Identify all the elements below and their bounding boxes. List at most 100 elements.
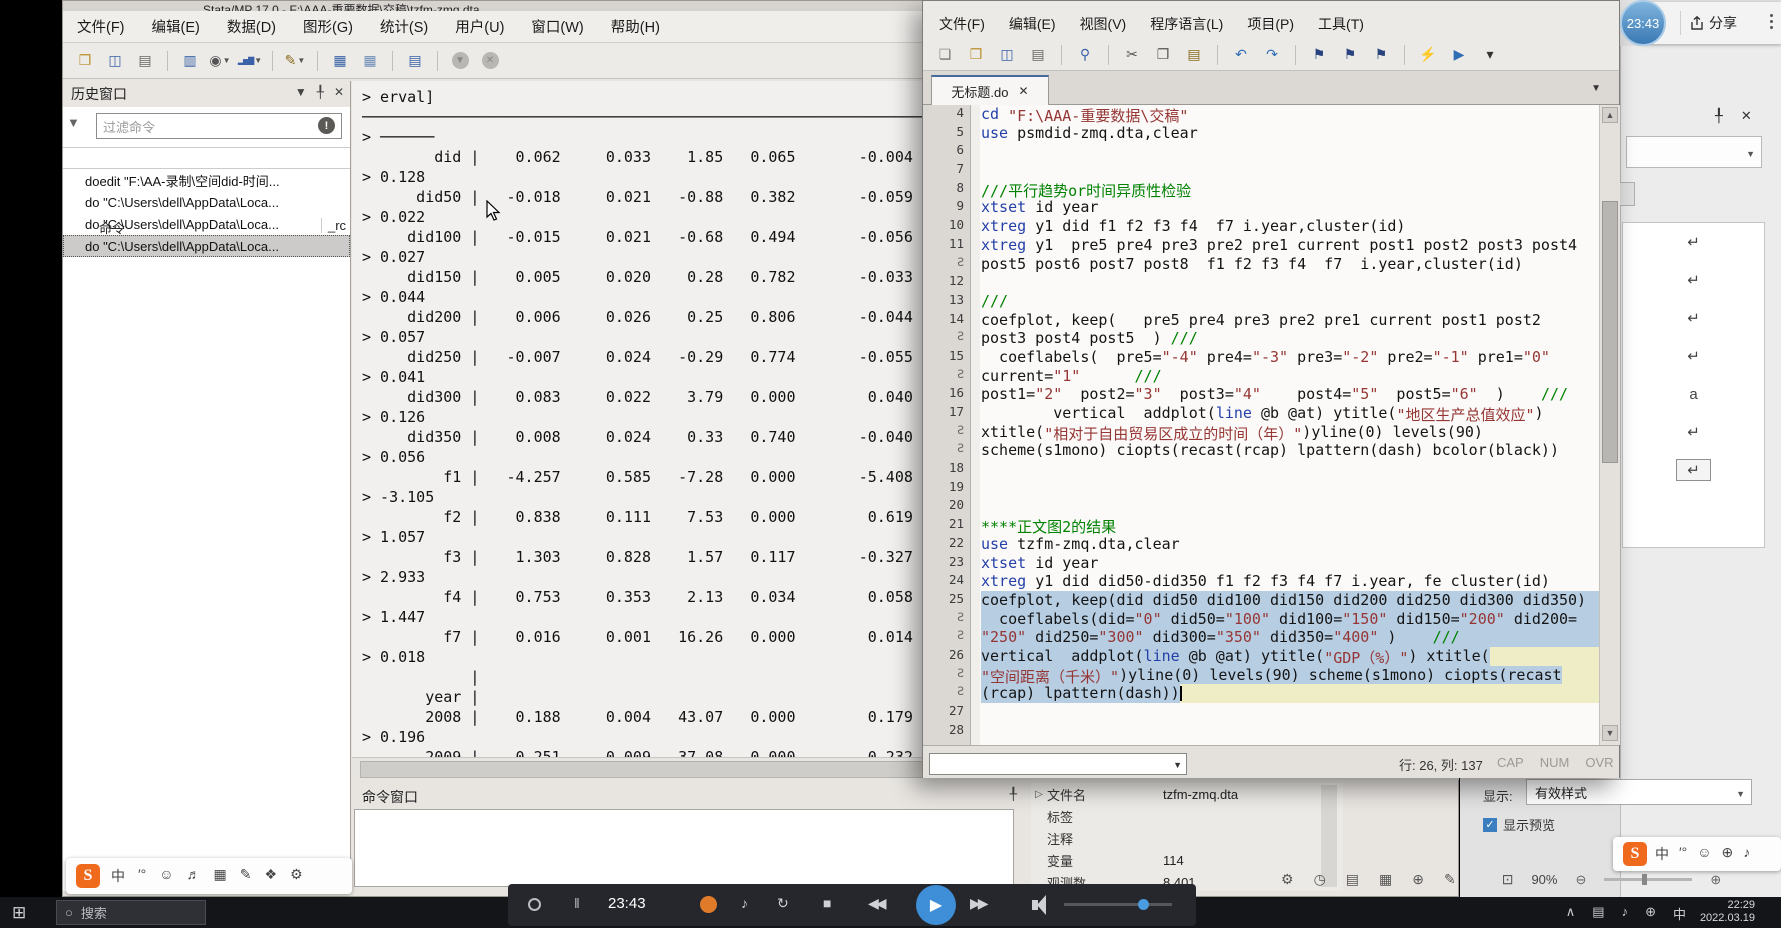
scroll-up-icon[interactable]: ▲ [1602,107,1618,123]
open-icon[interactable]: ❒ [964,44,988,66]
undo-icon[interactable]: ↶ [1229,44,1253,66]
view-list-icon[interactable]: ▤ [1346,871,1359,888]
history-filter-input[interactable]: 过滤命令 [96,113,342,139]
web-layout-icon[interactable]: ⊕ [1412,871,1424,888]
zoom-out-icon[interactable]: ⊖ [1575,872,1586,888]
zoom-level[interactable]: 90% [1531,872,1557,887]
wps-style-item[interactable]: ↵ [1623,299,1764,337]
wps-style-combobox[interactable]: ▼ [1626,136,1762,168]
code-line[interactable]: use psmdid-zmq.dta,clear [981,124,1599,143]
filter-icon[interactable]: ▼ [295,85,307,99]
code-line[interactable]: (rcap) lpattern(dash)) [981,684,1599,703]
code-line[interactable]: scheme(s1mono) ciopts(recast(rcap) lpatt… [981,441,1599,460]
code-line[interactable]: post1="2" post2="3" post3="4" post4="5" … [981,385,1599,404]
code-line[interactable] [981,273,1599,292]
expand-icon[interactable]: ▷ [1031,789,1047,800]
data-browser-icon[interactable]: ▦ [358,50,382,72]
code-line[interactable] [981,142,1599,161]
volume-slider[interactable] [1064,903,1172,906]
pin-icon[interactable]: ╀ [1715,108,1723,124]
zoom-slider[interactable] [1604,878,1692,881]
sogou-logo[interactable]: S [1623,842,1647,866]
more-options-icon[interactable] [1770,14,1773,29]
bookmark-next-icon[interactable]: ⚑ [1369,44,1393,66]
start-button[interactable]: ⊞ [12,903,26,923]
tray-icon[interactable]: 中 [1673,904,1686,923]
code-line[interactable] [981,460,1599,479]
code-line[interactable]: xtset id year [981,198,1599,217]
tray-icon[interactable]: ▤ [1592,904,1604,923]
checkbox-checked-icon[interactable]: ✓ [1483,818,1497,832]
find-icon[interactable]: ⚲ [1073,44,1097,66]
ime-icon[interactable]: ▦ [214,866,227,886]
history-error-icon[interactable]: ! [318,117,335,134]
open-icon[interactable]: ❒ [73,50,97,72]
edit-icon[interactable]: ✎ [1444,871,1456,888]
bookmark-toggle-icon[interactable]: ⚑ [1307,44,1331,66]
code-line[interactable]: xtreg y1 pre5 pre4 pre3 pre2 pre1 curren… [981,236,1599,255]
ime-icon[interactable]: ❖ [265,866,278,886]
ime-icon[interactable]: ′° [138,866,146,886]
code-line[interactable]: xtreg y1 did did50-did350 f1 f2 f3 f4 f7… [981,572,1599,591]
editor-menu-item[interactable]: 编辑(E) [1009,14,1056,34]
tray-clock[interactable]: 22:29 2022.03.19 [1700,899,1755,925]
wps-style-item[interactable]: ↵ [1623,451,1764,489]
code-line[interactable]: post5 post6 post7 post8 f1 f2 f3 f4 f7 i… [981,255,1599,274]
zoom-knob[interactable] [1642,874,1647,885]
code-line[interactable]: xtitle("相对于自由贸易区成立的时间（年）")yline(0) level… [981,423,1599,442]
ime-icon[interactable]: ♪ [1743,844,1750,864]
chevron-down-icon[interactable]: ▼ [297,56,305,65]
play-button[interactable]: ▶ [916,885,956,925]
scroll-down-icon[interactable]: ▼ [1602,725,1618,741]
ime-icon[interactable]: ′° [1679,844,1687,864]
log-icon[interactable]: ▥ [178,50,202,72]
close-icon[interactable]: ✕ [1741,108,1752,124]
code-line[interactable]: ///平行趋势or时间异质性检验 [981,180,1599,199]
sogou-logo[interactable]: S [76,864,100,888]
stata-menu-item[interactable]: 统计(S) [380,16,428,37]
history-item[interactable]: do "C:\Users\dell\AppData\Loca... [63,191,350,213]
wps-style-item[interactable]: ↵ [1623,337,1764,375]
code-line[interactable] [981,497,1599,516]
code-line[interactable]: post3 post4 post5 ) /// [981,329,1599,348]
code-line[interactable]: vertical addplot(line @b @at) ytitle("地区… [981,404,1599,423]
code-line[interactable]: coefplot, keep(did did50 did100 did150 d… [981,591,1599,610]
tray-icon[interactable]: ∧ [1566,904,1576,923]
ime-icon[interactable]: ⊕ [1722,844,1734,864]
code-line[interactable]: ****正文图2的结果 [981,516,1599,535]
wps-display-dropdown[interactable]: 有效样式 ▼ [1526,779,1752,805]
history-item[interactable]: do "C:\Users\dell\AppData\Loca... [63,235,350,257]
break-icon[interactable]: ✕ [478,50,502,72]
code-line[interactable] [981,703,1599,722]
variables-manager-icon[interactable]: ▤ [403,50,427,72]
ime-icon[interactable]: 中 [1655,844,1669,864]
save-icon[interactable]: ◫ [103,50,127,72]
tray-icon[interactable]: ⊕ [1645,904,1656,923]
tab-untitled-do[interactable]: 无标题.do ✕ [931,75,1049,105]
code-line[interactable] [981,479,1599,498]
ime-icon[interactable]: ⚙ [290,866,303,886]
code-area[interactable]: 4567891011Ƨ121314Ƨ15Ƨ1617ƧƧ1819202122232… [923,105,1599,745]
stata-menu-item[interactable]: 编辑(E) [152,16,200,37]
app-icon[interactable] [700,896,717,913]
code-line[interactable]: xtset id year [981,554,1599,573]
editor-menu-item[interactable]: 工具(T) [1318,14,1364,34]
bookmark-prev-icon[interactable]: ⚑ [1338,44,1362,66]
chevron-down-icon[interactable]: ▼ [223,56,231,65]
chevron-down-icon[interactable]: ▼ [254,56,262,65]
copy-icon[interactable]: ❐ [1151,44,1175,66]
toolbar-dropdown-icon[interactable]: ▾ [1478,44,1502,66]
editor-vertical-scrollbar[interactable]: ▲ ▼ [1599,105,1620,745]
previous-icon[interactable]: ◀◀ [868,895,884,912]
pin-icon[interactable]: ╀ [317,85,324,99]
ime-icon[interactable]: ☺ [159,866,173,886]
code-line[interactable]: "250" did250="300" did300="350" did350="… [981,628,1599,647]
viewer-icon[interactable]: ◉▼ [208,50,232,72]
code-line[interactable] [981,722,1599,741]
close-icon[interactable]: ✕ [334,85,344,99]
history-item[interactable]: doedit "F:\AA-录制\空间did-时间... [63,169,350,191]
data-editor-icon[interactable]: ▦ [328,50,352,72]
close-icon[interactable]: ✕ [1019,84,1029,98]
volume-knob[interactable] [1138,899,1149,910]
history-icon[interactable]: ◷ [1314,871,1326,888]
